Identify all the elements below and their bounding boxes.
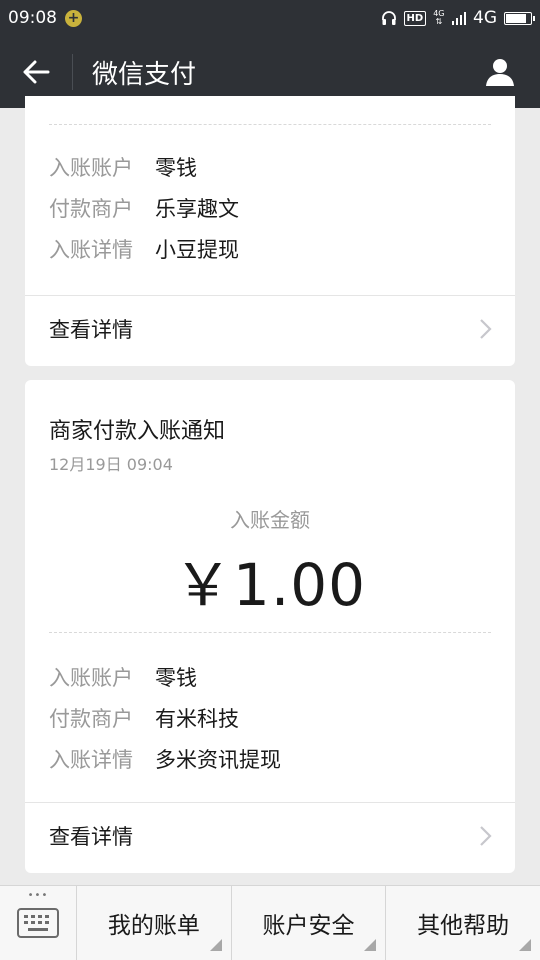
amount-value: ￥1.00 — [173, 551, 367, 619]
bottom-menu-bar: ••• 我的账单 账户安全 其他帮助 — [0, 885, 540, 960]
info-row: 入账账户 零钱 — [49, 152, 197, 182]
row-value: 多米资讯提现 — [155, 748, 281, 772]
title-divider — [72, 54, 73, 90]
back-arrow-icon — [23, 60, 50, 84]
menu-other-help[interactable]: 其他帮助 — [386, 886, 540, 960]
status-left: 09:08 + — [8, 8, 82, 28]
battery-icon — [504, 11, 535, 25]
dashed-divider — [49, 632, 491, 633]
submenu-corner-icon — [364, 939, 377, 951]
hd-badge: HD — [403, 10, 427, 26]
info-row: 付款商户 有米科技 — [49, 703, 239, 733]
row-value: 零钱 — [155, 156, 197, 180]
notification-plus-icon: + — [65, 9, 82, 27]
view-details-label: 查看详情 — [49, 318, 133, 342]
row-value: 乐享趣文 — [155, 197, 239, 221]
keyboard-icon — [17, 908, 59, 938]
submenu-corner-icon — [209, 939, 222, 951]
row-value: 有米科技 — [155, 707, 239, 731]
view-details-link[interactable]: 查看详情 — [25, 803, 515, 869]
status-bar: 09:08 + HD 4G ⇅ 4G — [0, 0, 540, 36]
menu-label: 账户安全 — [262, 913, 355, 939]
row-label: 付款商户 — [49, 197, 133, 221]
page-title: 微信支付 — [92, 59, 197, 90]
network-type: 4G — [473, 8, 497, 28]
menu-label: 我的账单 — [107, 913, 200, 939]
view-details-link[interactable]: 查看详情 — [25, 296, 515, 362]
menu-label: 其他帮助 — [417, 913, 510, 939]
headphones-icon — [381, 11, 396, 25]
chevron-right-icon — [480, 319, 492, 339]
card-title: 商家付款入账通知 — [49, 419, 226, 444]
info-row: 入账详情 小豆提现 — [49, 234, 239, 264]
data-arrows-icon: ⇅ — [435, 17, 443, 26]
status-time: 09:08 — [8, 8, 57, 28]
status-right: HD 4G ⇅ 4G — [381, 8, 535, 28]
info-row: 入账详情 多米资讯提现 — [49, 744, 281, 774]
amount-label: 入账金额 — [230, 508, 310, 532]
person-icon — [486, 59, 514, 86]
row-label: 入账详情 — [49, 748, 133, 772]
network-type-small: 4G ⇅ — [433, 10, 444, 26]
payment-card-previous: 入账账户 零钱 付款商户 乐享趣文 入账详情 小豆提现 查看详情 — [25, 96, 515, 366]
row-label: 入账账户 — [49, 156, 133, 180]
row-label: 入账账户 — [49, 666, 133, 690]
info-row: 付款商户 乐享趣文 — [49, 193, 239, 223]
submenu-corner-icon — [519, 939, 532, 951]
payment-card: 商家付款入账通知 12月19日 09:04 入账金额 ￥1.00 入账账户 零钱… — [25, 380, 515, 873]
row-value: 零钱 — [155, 666, 197, 690]
row-label: 入账详情 — [49, 238, 133, 262]
view-details-label: 查看详情 — [49, 825, 133, 849]
card-timestamp: 12月19日 09:04 — [49, 455, 173, 474]
signal-icon — [451, 11, 466, 25]
info-row: 入账账户 零钱 — [49, 662, 197, 692]
row-label: 付款商户 — [49, 707, 133, 731]
keyboard-toggle-button[interactable]: ••• — [0, 886, 77, 960]
dashed-divider — [49, 124, 491, 125]
more-dots-icon: ••• — [27, 890, 49, 901]
chevron-right-icon — [480, 826, 492, 846]
menu-account-security[interactable]: 账户安全 — [232, 886, 387, 960]
row-value: 小豆提现 — [155, 238, 239, 262]
menu-my-bills[interactable]: 我的账单 — [77, 886, 232, 960]
